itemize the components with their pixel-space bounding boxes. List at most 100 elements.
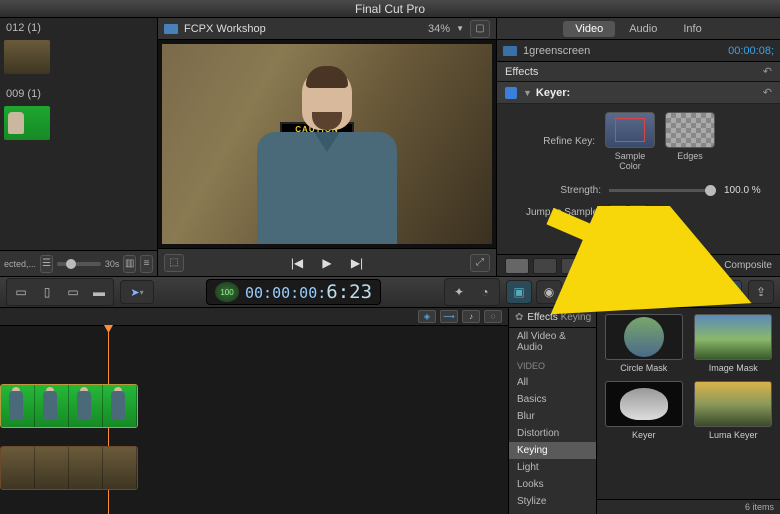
effect-item[interactable]: Luma Keyer [693, 381, 775, 440]
fx-category[interactable]: Basics [509, 391, 596, 408]
timeline-clip[interactable] [0, 446, 138, 490]
view-composite-button[interactable] [505, 258, 529, 274]
transform-tool-icon[interactable]: ⬚ [164, 254, 184, 272]
view-original-button[interactable] [561, 258, 585, 274]
effect-name: Luma Keyer [693, 430, 775, 440]
insert-clip-icon[interactable]: ▯ [35, 281, 59, 303]
effects-header: Effects [505, 66, 538, 78]
fx-category-all-av[interactable]: All Video & Audio [509, 328, 596, 356]
disclosure-icon[interactable]: ▼ [523, 88, 532, 98]
main-toolbar: ▭ ▯ ▭ ▬ ➤ ▾ 100 00:00:00: 6:23 ✦ ◔ ▣ ◉ ♫… [0, 276, 780, 308]
enhance-icon[interactable]: ✦ [447, 281, 471, 303]
effect-item[interactable]: Keyer [603, 381, 685, 440]
music-browser-icon[interactable]: ♫ [566, 280, 592, 304]
select-tool[interactable]: ➤ ▾ [120, 280, 154, 304]
person-figure [252, 70, 402, 244]
zoom-menu-icon[interactable]: ▼ [456, 24, 464, 33]
fx-category[interactable]: Distortion [509, 425, 596, 442]
duration-label: 30s [105, 259, 120, 269]
selection-label: ected,... [4, 259, 36, 269]
view-options-icon[interactable]: ▢ [470, 20, 490, 38]
list-view-icon[interactable]: ≡ [140, 255, 153, 273]
timeline-track-primary[interactable] [0, 446, 138, 490]
share-icon[interactable]: ⇪ [748, 280, 774, 304]
fx-category[interactable]: Light [509, 459, 596, 476]
snap-icon[interactable]: ◈ [418, 310, 436, 323]
effects-gear-icon: ✿ [515, 312, 523, 323]
timeline-clip[interactable] [0, 384, 138, 428]
edges-label: Edges [663, 151, 717, 161]
fullscreen-icon[interactable]: ⤢ [470, 254, 490, 272]
edges-button[interactable] [665, 112, 715, 148]
tab-video[interactable]: Video [563, 21, 615, 37]
transitions-browser-icon[interactable]: ⧓ [596, 280, 622, 304]
solo-icon[interactable]: ◌ [484, 310, 502, 323]
timeline-track-connected[interactable] [0, 384, 138, 428]
generators-browser-icon[interactable]: ◎ [656, 280, 682, 304]
effects-browser-icon[interactable]: ▭▭ [716, 280, 742, 304]
connect-clip-icon[interactable]: ▭ [9, 281, 33, 303]
themes-browser-icon[interactable]: ▦ [686, 280, 712, 304]
zoom-level[interactable]: 34% [428, 23, 450, 35]
timeline-panel[interactable]: ◈ ⟿ ♪ ◌ [0, 308, 508, 514]
titles-browser-icon[interactable]: T [626, 280, 652, 304]
effect-item[interactable]: Circle Mask [603, 314, 685, 373]
library-clip-thumb[interactable] [4, 40, 50, 74]
fx-category[interactable]: All [509, 374, 596, 391]
fx-category[interactable]: Stylize [509, 493, 596, 510]
effect-name: Keyer: [536, 87, 570, 99]
play-button[interactable]: ▶ [316, 253, 338, 273]
event-name: 012 [6, 22, 24, 34]
library-event[interactable]: 012 (1) [0, 18, 157, 38]
render-badge: 100 [215, 282, 239, 302]
next-edit-button[interactable]: ▶| [346, 253, 368, 273]
effect-item[interactable]: Image Mask [693, 314, 775, 373]
effects-header: Effects [527, 312, 557, 323]
reset-icon[interactable]: ↶ [763, 65, 772, 78]
composite-label: Composite [724, 260, 772, 271]
prev-edit-button[interactable]: |◀ [286, 253, 308, 273]
view-matte-button[interactable] [533, 258, 557, 274]
fx-category[interactable]: Looks [509, 476, 596, 493]
effect-name: Keyer [603, 430, 685, 440]
effect-name: Image Mask [693, 363, 775, 373]
tab-audio[interactable]: Audio [617, 21, 669, 37]
fx-category[interactable]: Keying [509, 442, 596, 459]
fx-category[interactable]: Blur [509, 408, 596, 425]
effect-name: Circle Mask [603, 363, 685, 373]
photos-browser-icon[interactable]: ▣ [506, 280, 532, 304]
clip-appearance-icon[interactable]: ▥ [123, 255, 136, 273]
project-title: FCPX Workshop [184, 23, 266, 35]
audio-skim-icon[interactable]: ♪ [462, 310, 480, 323]
viewer-canvas[interactable]: CAUTION EYE PROTECTION REQUIRED BEYOND T… [158, 40, 496, 248]
filter-icon[interactable]: ☰ [40, 255, 53, 273]
library-footer: ected,... ☰ 30s ▥ ≡ [0, 250, 157, 276]
refine-key-label: Refine Key: [505, 136, 595, 147]
strength-slider[interactable] [609, 189, 716, 192]
jump-prev-button[interactable]: ◀ [609, 204, 627, 220]
app-titlebar: Final Cut Pro [0, 0, 780, 18]
project-icon [164, 24, 178, 34]
sample-color-button[interactable] [605, 112, 655, 148]
tc-big: 6:23 [326, 281, 372, 303]
jump-sample-label: Jump to Sample: [505, 207, 601, 218]
timecode-display[interactable]: 100 00:00:00: 6:23 [206, 279, 381, 305]
effect-enabled-checkbox[interactable] [505, 87, 517, 99]
library-clip-thumb[interactable] [4, 106, 50, 140]
overwrite-clip-icon[interactable]: ▬ [87, 281, 111, 303]
tc-small: 00:00:00: [245, 284, 326, 302]
tab-info[interactable]: Info [671, 21, 713, 37]
effect-keyer-row[interactable]: ▼ Keyer: ↶ [497, 82, 780, 104]
thumbnail-size-slider[interactable] [57, 262, 101, 266]
effect-thumb [605, 314, 683, 360]
reset-effect-icon[interactable]: ↶ [763, 86, 772, 99]
retime-icon[interactable]: ◔ [473, 281, 497, 303]
event-count: (1) [27, 88, 40, 100]
clip-name: 1greenscreen [523, 45, 590, 57]
append-clip-icon[interactable]: ▭ [61, 281, 85, 303]
skim-icon[interactable]: ⟿ [440, 310, 458, 323]
library-event[interactable]: 009 (1) [0, 84, 157, 104]
camera-icon[interactable]: ◉ [536, 280, 562, 304]
strength-value[interactable]: 100.0 % [724, 185, 772, 196]
jump-next-button[interactable]: ▶ [629, 204, 647, 220]
